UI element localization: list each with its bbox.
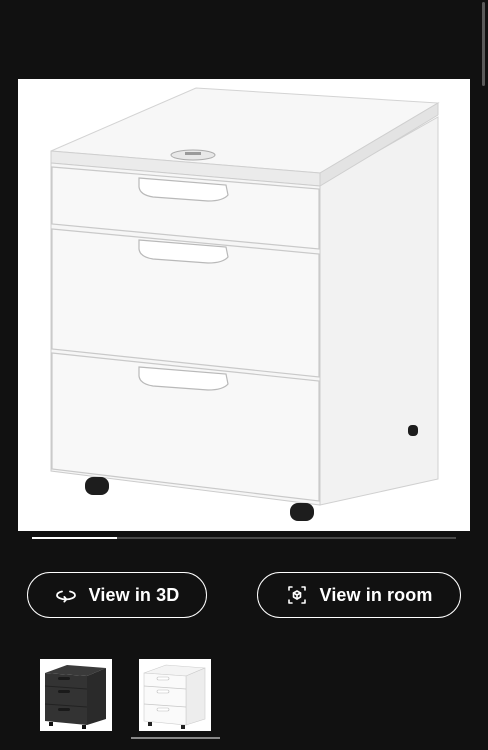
- selected-color-indicator: [131, 737, 220, 739]
- view-in-room-button[interactable]: View in room: [257, 572, 461, 618]
- color-option-white[interactable]: [139, 659, 211, 731]
- rotate-3d-icon: [55, 584, 77, 606]
- color-option-black-brown[interactable]: [40, 659, 112, 731]
- scrollbar[interactable]: [482, 2, 485, 86]
- view-in-room-label: View in room: [319, 584, 433, 605]
- view-in-3d-button[interactable]: View in 3D: [27, 572, 207, 618]
- carousel-progress-fill: [32, 537, 117, 539]
- product-image[interactable]: [18, 79, 470, 531]
- ar-room-icon: [286, 584, 308, 606]
- view-in-3d-label: View in 3D: [88, 584, 180, 605]
- carousel-progress: [32, 537, 456, 539]
